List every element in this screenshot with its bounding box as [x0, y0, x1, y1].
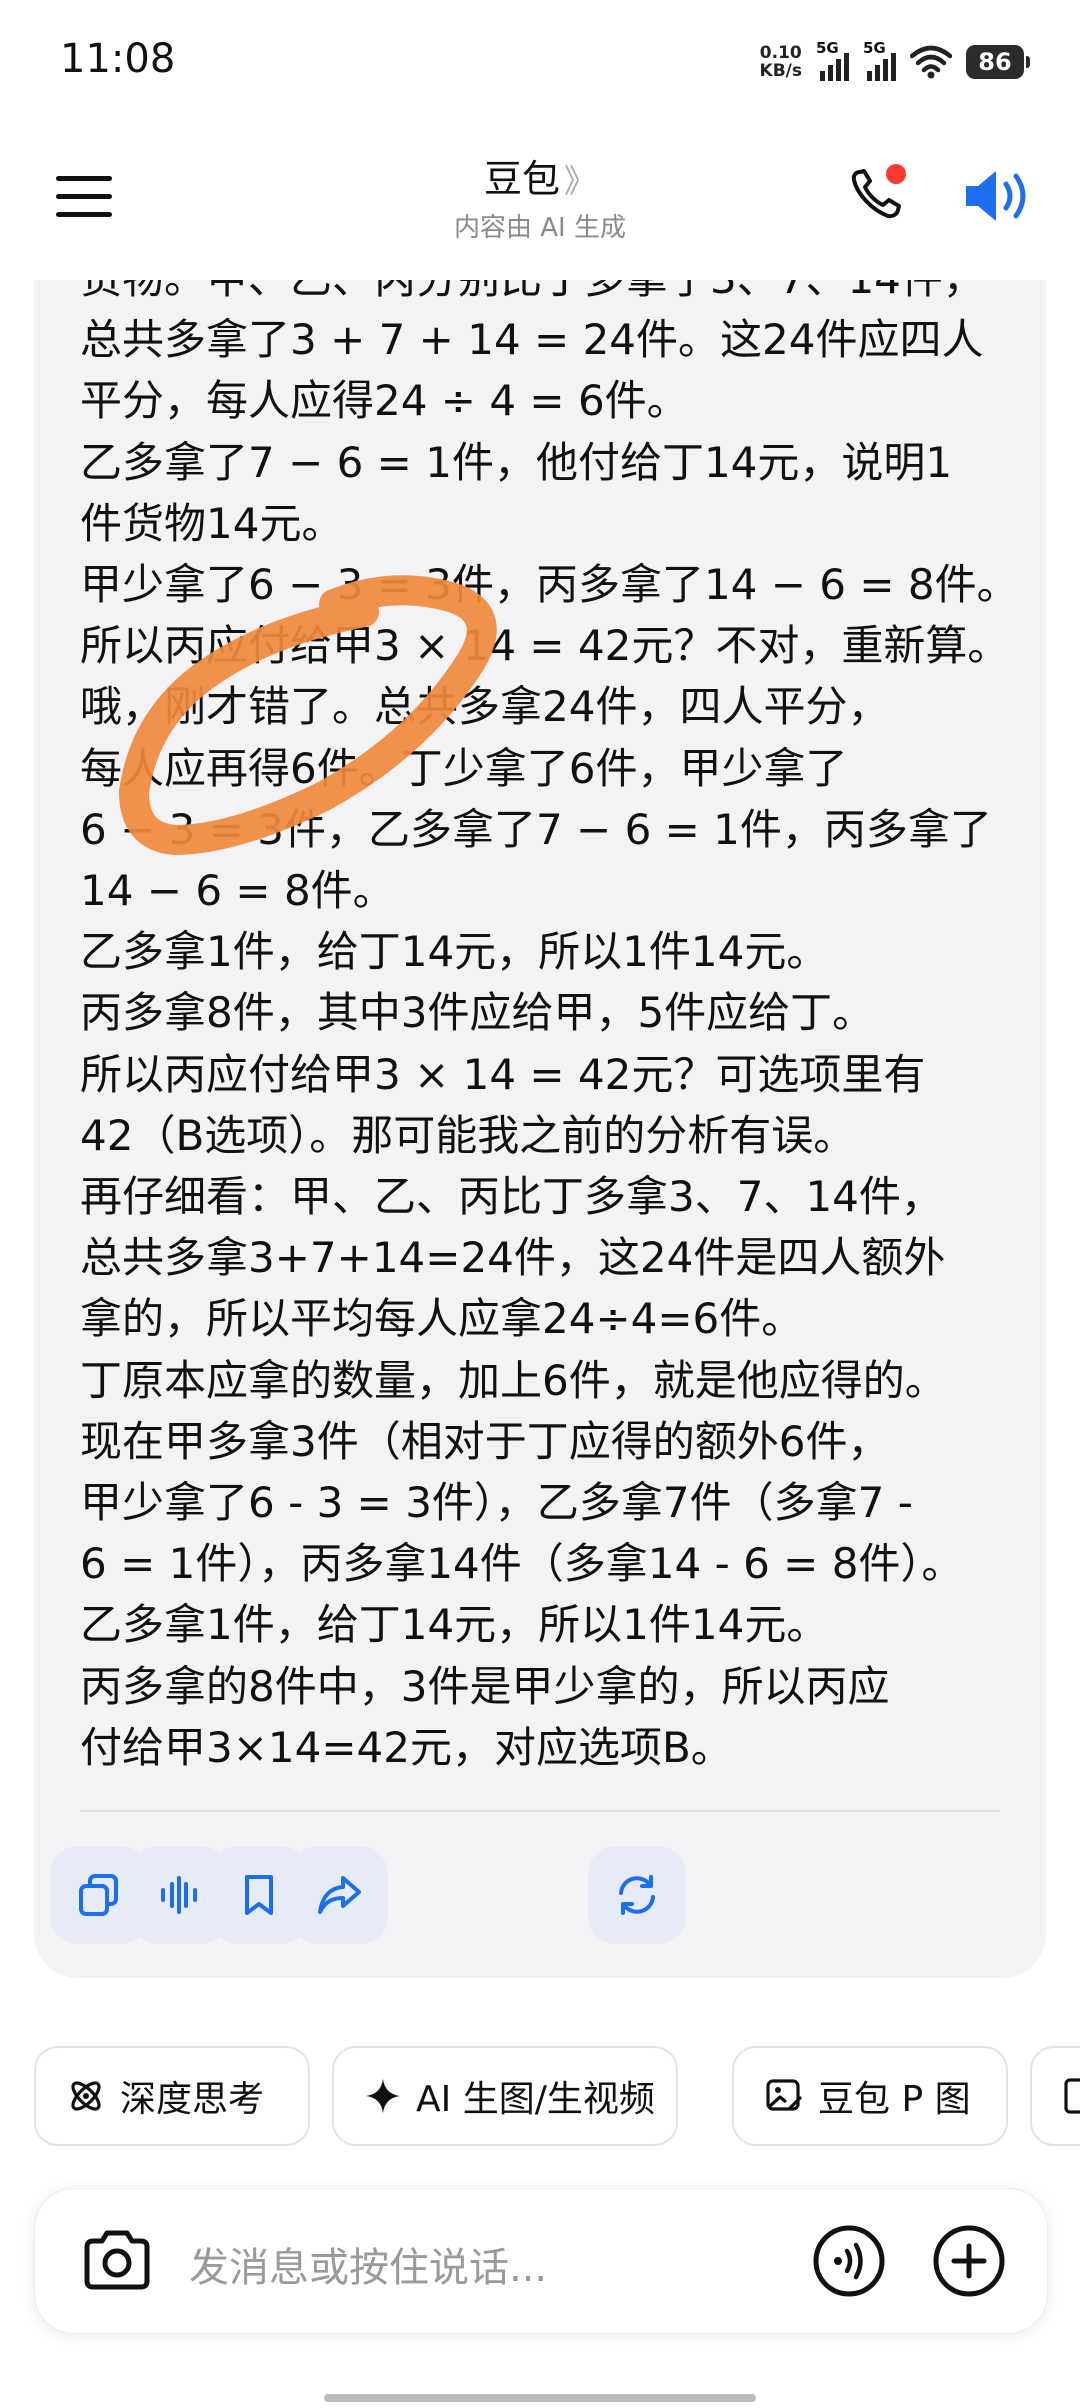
status-bar: 11:08 0.10 KB/s 5G 5G 86 — [0, 0, 1080, 120]
status-time: 11:08 — [60, 36, 176, 82]
message-line: 总共多拿3+7+14=24件，这24件是四人额外 — [80, 1233, 946, 1283]
cellular-signal-icon: 5G — [816, 39, 849, 81]
battery-indicator: 86 — [966, 45, 1030, 79]
assistant-message-card: 货物。甲、乙、丙分别比丁多拿了3、7、14件， 总共多拿了3 + 7 + 14 … — [34, 280, 1046, 1978]
message-line: 甲少拿了6 − 3 = 3件，丙多拿了14 − 6 = 8件。 — [80, 560, 1019, 610]
message-line: 所以丙应付给甲3 × 14 = 42元？可选项里有 — [80, 1049, 926, 1099]
plus-icon — [951, 2243, 987, 2279]
speaker-button[interactable] — [962, 166, 1032, 226]
page-title-text: 豆包 — [483, 157, 560, 201]
chip-label: 深度思考 — [120, 2079, 265, 2120]
title-area[interactable]: 豆包》 内容由 AI 生成 — [0, 148, 1080, 244]
message-line: 哦，刚才错了。总共多拿24件，四人平分， — [80, 682, 890, 732]
message-line: 拿的，所以平均每人应拿24÷4=6件。 — [80, 1294, 804, 1344]
ai-generated-notice: 内容由 AI 生成 — [454, 213, 626, 243]
message-line: 乙多拿1件，给丁14元，所以1件14元。 — [80, 927, 829, 977]
message-line: 甲少拿了6 - 3 = 3件），乙多拿7件（多拿7 - — [80, 1478, 913, 1528]
chip-ai-image-video[interactable]: AI 生图/生视频 — [332, 2046, 678, 2146]
message-line: 付给甲3×14=42元，对应选项B。 — [80, 1722, 733, 1772]
chip-more[interactable] — [1030, 2046, 1080, 2146]
message-line: 14 − 6 = 8件。 — [80, 866, 395, 916]
regenerate-icon — [619, 1875, 655, 1915]
message-line: 乙多拿了7 − 6 = 1件，他付给丁14元，说明1 — [80, 437, 953, 487]
message-line: 每人应再得6件。丁少拿了6件，甲少拿了 — [80, 743, 848, 793]
voice-wave-icon — [161, 1876, 197, 1914]
page-title[interactable]: 豆包》 — [0, 148, 1080, 203]
message-input[interactable]: 发消息或按住说话... — [189, 2235, 547, 2293]
signal-label: 5G — [816, 39, 839, 57]
voice-wave-icon — [834, 2242, 863, 2280]
network-speed-unit: KB/s — [759, 61, 802, 81]
divider — [80, 1810, 1000, 1812]
chevron-right-icon: 》 — [564, 162, 597, 200]
message-text: 货物。甲、乙、丙分别比丁多拿了3、7、14件， 总共多拿了3 + 7 + 14 … — [80, 280, 1040, 1778]
message-line: 丙多拿8件，其中3件应给甲，5件应给丁。 — [80, 988, 875, 1038]
add-attachment-button[interactable] — [931, 2223, 1007, 2299]
notification-dot — [886, 164, 906, 184]
speaker-icon — [966, 171, 996, 221]
message-line: 丙多拿的8件中，3件是甲少拿的，所以丙应 — [80, 1661, 890, 1711]
wifi-icon — [910, 45, 952, 79]
share-icon — [318, 1876, 361, 1914]
bookmark-icon — [245, 1875, 273, 1915]
message-line: 所以丙应付给甲3 × 14 = 42元？不对，重新算。 — [80, 621, 1010, 671]
home-indicator[interactable] — [324, 2394, 756, 2402]
message-line: 现在甲多拿3件（相对于丁应得的额外6件， — [80, 1416, 890, 1466]
network-speed-value: 0.10 — [759, 43, 802, 63]
document-icon — [1064, 2078, 1080, 2114]
message-line: 平分，每人应得24 ÷ 4 = 6件。 — [80, 376, 689, 426]
chip-label: 豆包 P 图 — [818, 2079, 971, 2120]
message-line: 再仔细看：甲、乙、丙比丁多拿3、7、14件， — [80, 1172, 943, 1222]
message-line: 6 = 1件），丙多拿14件（多拿14 - 6 = 8件）。 — [80, 1539, 964, 1589]
message-line: 乙多拿1件，给丁14元，所以1件14元。 — [80, 1600, 829, 1650]
chip-label: AI 生图/生视频 — [416, 2079, 655, 2120]
message-line: 货物。甲、乙、丙分别比丁多拿了3、7、14件， — [80, 280, 1040, 309]
camera-icon — [84, 2230, 150, 2290]
suggestion-chips: 深度思考 AI 生图/生视频 豆包 P 图 — [34, 2046, 1080, 2150]
share-button[interactable] — [290, 1846, 388, 1944]
chip-deep-thinking[interactable]: 深度思考 — [34, 2046, 310, 2146]
message-line: 件货物14元。 — [80, 498, 344, 548]
voice-input-button[interactable] — [811, 2223, 887, 2299]
message-line: 42（B选项）。那可能我之前的分析有误。 — [80, 1110, 856, 1160]
message-input-bar: 发消息或按住说话... — [34, 2188, 1048, 2334]
atom-icon — [71, 2081, 101, 2111]
status-icons: 0.10 KB/s 5G 5G 86 — [760, 39, 1030, 84]
network-speed: 0.10 KB/s — [760, 44, 802, 80]
signal-label: 5G — [863, 39, 886, 57]
image-edit-icon — [766, 2079, 802, 2111]
message-line: 6 − 3 = 3件，乙多拿了7 − 6 = 1件，丙多拿了 — [80, 804, 992, 854]
chip-image-edit[interactable]: 豆包 P 图 — [732, 2046, 1008, 2146]
cellular-signal-icon: 5G — [863, 39, 896, 81]
regenerate-button[interactable] — [588, 1846, 686, 1944]
camera-button[interactable] — [79, 2223, 155, 2299]
message-line: 丁原本应拿的数量，加上6件，就是他应得的。 — [80, 1355, 947, 1405]
copy-icon — [79, 1874, 118, 1916]
message-line: 总共多拿了3 + 7 + 14 = 24件。这24件应四人 — [80, 315, 984, 365]
sparkle-icon — [366, 2079, 400, 2113]
